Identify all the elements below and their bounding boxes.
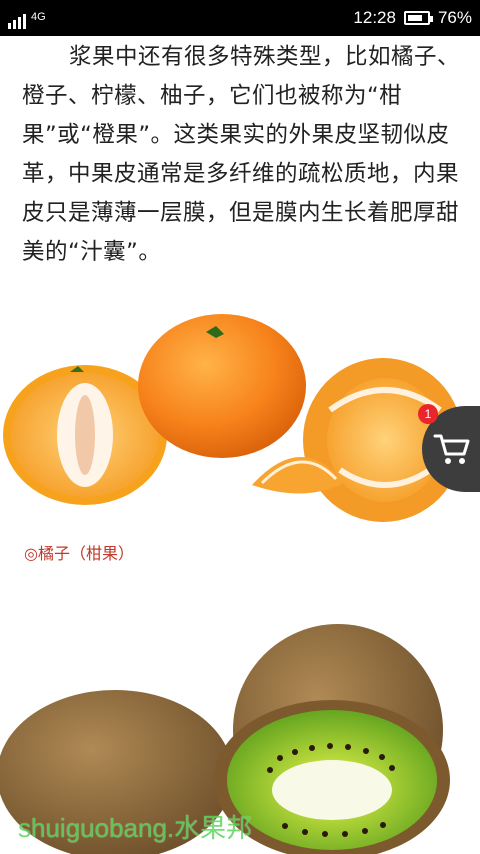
cart-count-badge: 1 <box>418 404 438 424</box>
clock-label: 12:28 <box>353 8 396 27</box>
status-left: 4G <box>8 7 46 29</box>
battery-icon <box>403 11 433 25</box>
battery-percent-label: 76% <box>437 8 472 27</box>
status-bar: 4G 12:28 76% <box>0 0 480 36</box>
shopping-cart-icon <box>433 434 470 464</box>
status-right: 12:28 76% <box>353 8 472 28</box>
figure-caption: ◎橘子（柑果） <box>24 544 134 563</box>
battery-level-fill <box>407 15 422 21</box>
article-paragraph: 浆果中还有很多特殊类型，比如橘子、橙子、柠檬、柚子，它们也被称为“柑果”或“橙果… <box>22 44 461 265</box>
article-body: 浆果中还有很多特殊类型，比如橘子、橙子、柠檬、柚子，它们也被称为“柑果”或“橙果… <box>22 38 462 272</box>
tangerine-image <box>3 314 463 522</box>
signal-strength-icon <box>8 13 26 29</box>
network-type-label: 4G <box>31 11 46 23</box>
watermark-text: shuiguobang.水果邦 <box>18 813 253 843</box>
